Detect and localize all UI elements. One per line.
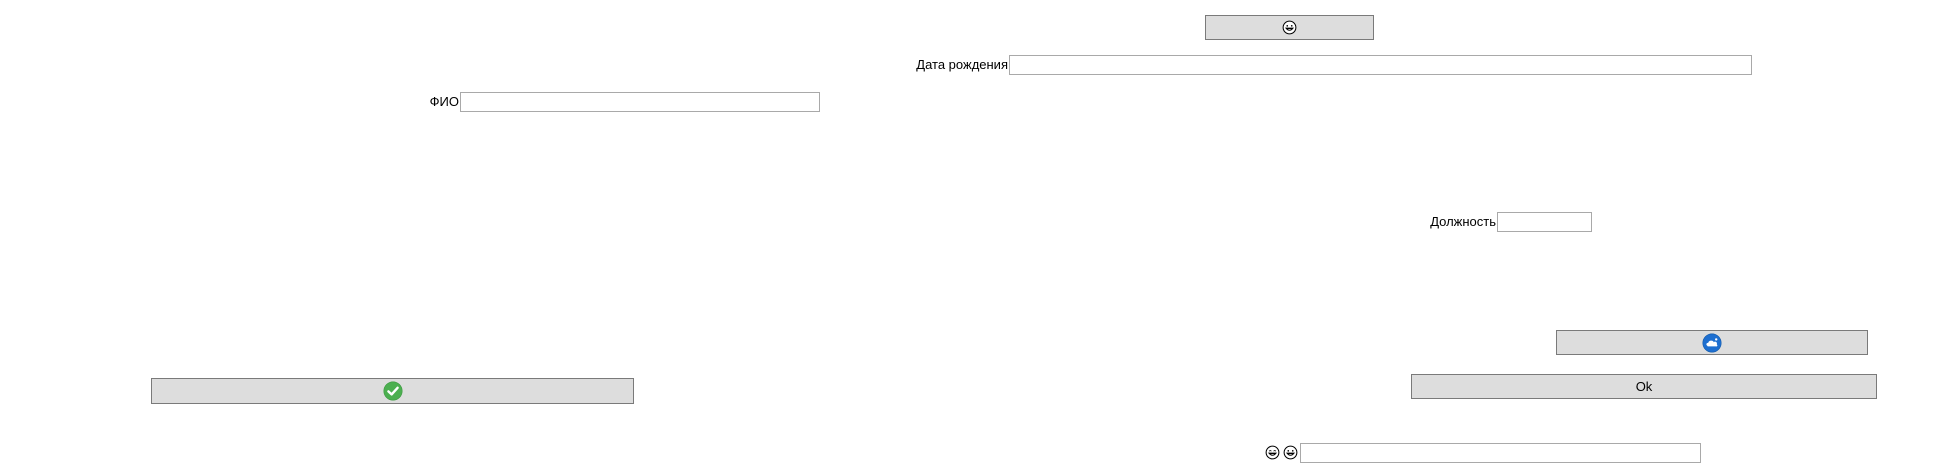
laughing-face-icon — [1265, 445, 1280, 460]
fio-label: ФИО — [429, 94, 459, 109]
cloud-button[interactable] — [1556, 330, 1868, 355]
emoji-button[interactable] — [1205, 15, 1374, 40]
ok-button[interactable]: Ok — [1411, 374, 1877, 399]
birthdate-field[interactable] — [1009, 55, 1752, 75]
grinning-face-icon — [1283, 445, 1298, 460]
confirm-check-button[interactable] — [151, 378, 634, 404]
grinning-face-icon — [1282, 20, 1297, 35]
birthdate-label: Дата рождения — [916, 57, 1008, 72]
bottom-text-field[interactable] — [1300, 443, 1701, 463]
fio-field[interactable] — [460, 92, 820, 112]
cloud-circle-icon — [1702, 333, 1722, 352]
position-label: Должность — [1430, 214, 1496, 229]
position-field[interactable] — [1497, 212, 1592, 232]
check-circle-icon — [383, 381, 402, 401]
